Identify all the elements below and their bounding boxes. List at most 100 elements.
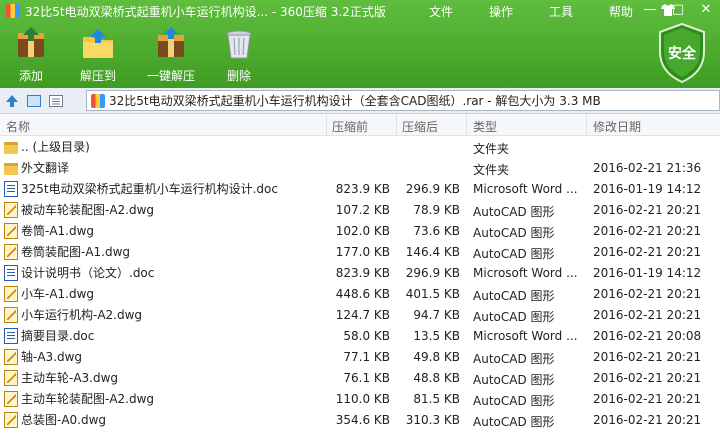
column-date[interactable]: 修改日期 <box>593 118 641 135</box>
file-name: 轴-A3.dwg <box>21 350 83 364</box>
column-compressed[interactable]: 压缩后 <box>402 118 438 135</box>
file-compressed-size: 13.5 KB <box>413 329 460 343</box>
file-compressed-size: 94.7 KB <box>413 308 460 322</box>
menu-help[interactable]: 帮助 <box>609 3 633 20</box>
file-name: 设计说明书（论文）.doc <box>21 266 155 280</box>
file-compressed-size: 73.6 KB <box>413 224 460 238</box>
autocad-file-icon <box>4 306 18 323</box>
trash-icon <box>221 26 257 61</box>
file-compressed-size: 401.5 KB <box>405 287 460 301</box>
up-arrow-icon[interactable] <box>2 91 22 111</box>
file-row[interactable]: 外文翻译 文件夹 2016-02-21 21:36 <box>0 158 720 179</box>
file-size: 110.0 KB <box>335 392 390 406</box>
file-type: Microsoft Word ... <box>473 266 578 280</box>
file-name: 主动车轮-A3.dwg <box>21 371 119 385</box>
column-name[interactable]: 名称 <box>6 118 30 135</box>
autocad-file-icon <box>4 222 18 239</box>
autocad-file-icon <box>4 411 18 428</box>
add-button[interactable]: 添加 <box>0 24 62 84</box>
file-row[interactable]: 小车运行机构-A2.dwg 124.7 KB 94.7 KB AutoCAD 图… <box>0 305 720 326</box>
one-click-extract-label: 一键解压 <box>146 69 195 83</box>
file-row[interactable]: 主动车轮装配图-A2.dwg 110.0 KB 81.5 KB AutoCAD … <box>0 389 720 410</box>
file-size: 107.2 KB <box>335 203 390 217</box>
menu-tools[interactable]: 工具 <box>549 3 573 20</box>
file-type: AutoCAD 图形 <box>473 247 555 261</box>
file-size: 102.0 KB <box>335 224 390 238</box>
view-thumbnail-icon[interactable] <box>24 91 44 111</box>
file-compressed-size: 81.5 KB <box>413 392 460 406</box>
column-divider <box>396 114 397 136</box>
file-size: 177.0 KB <box>335 245 390 259</box>
file-name: 卷筒-A1.dwg <box>21 224 95 238</box>
file-name: .. (上级目录) <box>21 140 90 154</box>
close-button[interactable]: ✕ <box>692 0 720 20</box>
app-logo-icon <box>6 4 20 18</box>
file-row[interactable]: 摘要目录.doc 58.0 KB 13.5 KB Microsoft Word … <box>0 326 720 347</box>
word-document-icon <box>4 180 18 197</box>
file-compressed-size: 146.4 KB <box>405 245 460 259</box>
autocad-file-icon <box>4 285 18 302</box>
column-divider <box>586 114 587 136</box>
file-row[interactable]: 卷筒-A1.dwg 102.0 KB 73.6 KB AutoCAD 图形 20… <box>0 221 720 242</box>
top-panel: 32比5t电动双梁桥式起重机小车运行机构设... - 360压缩 3.2正式版 … <box>0 0 720 88</box>
security-badge-label: 安全 <box>668 45 697 62</box>
view-list-icon[interactable] <box>46 91 66 111</box>
file-size: 354.6 KB <box>335 413 390 427</box>
folder-icon <box>4 141 18 154</box>
file-type: AutoCAD 图形 <box>473 310 555 324</box>
file-date: 2016-02-21 20:21 <box>593 308 702 322</box>
column-size[interactable]: 压缩前 <box>332 118 368 135</box>
file-row[interactable]: 主动车轮-A3.dwg 76.1 KB 48.8 KB AutoCAD 图形 2… <box>0 368 720 389</box>
file-size: 823.9 KB <box>335 266 390 280</box>
file-row[interactable]: 设计说明书（论文）.doc 823.9 KB 296.9 KB Microsof… <box>0 263 720 284</box>
minimize-button[interactable]: — <box>636 0 664 20</box>
file-row[interactable]: 小车-A1.dwg 448.6 KB 401.5 KB AutoCAD 图形 2… <box>0 284 720 305</box>
file-compressed-size: 48.8 KB <box>413 371 460 385</box>
file-size: 124.7 KB <box>335 308 390 322</box>
address-bar[interactable]: 32比5t电动双梁桥式起重机小车运行机构设计（全套含CAD图纸）.rar - 解… <box>86 90 720 111</box>
file-row[interactable]: 轴-A3.dwg 77.1 KB 49.8 KB AutoCAD 图形 2016… <box>0 347 720 368</box>
file-row[interactable]: 总装图-A0.dwg 354.6 KB 310.3 KB AutoCAD 图形 … <box>0 410 720 431</box>
toolbar: 添加 解压到 一键解压 删除 <box>0 24 270 84</box>
file-type: AutoCAD 图形 <box>473 394 555 408</box>
word-document-icon <box>4 264 18 281</box>
autocad-file-icon <box>4 243 18 260</box>
add-archive-icon <box>13 26 49 61</box>
file-date: 2016-02-21 20:21 <box>593 350 702 364</box>
folder-icon <box>4 162 18 175</box>
file-row[interactable]: .. (上级目录) 文件夹 <box>0 137 720 158</box>
archive-path: 32比5t电动双梁桥式起重机小车运行机构设计（全套含CAD图纸）.rar - 解… <box>109 94 601 108</box>
add-label: 添加 <box>18 69 43 83</box>
file-compressed-size: 296.9 KB <box>405 266 460 280</box>
file-name: 小车-A1.dwg <box>21 287 95 301</box>
file-row[interactable]: 被动车轮装配图-A2.dwg 107.2 KB 78.9 KB AutoCAD … <box>0 200 720 221</box>
file-name: 摘要目录.doc <box>21 329 95 343</box>
file-row[interactable]: 卷筒装配图-A1.dwg 177.0 KB 146.4 KB AutoCAD 图… <box>0 242 720 263</box>
column-header: 名称 压缩前 压缩后 类型 修改日期 <box>0 114 720 136</box>
one-click-extract-button[interactable]: 一键解压 <box>134 24 208 84</box>
file-row[interactable]: 325t电动双梁桥式起重机小车运行机构设计.doc 823.9 KB 296.9… <box>0 179 720 200</box>
file-date: 2016-02-21 20:21 <box>593 203 702 217</box>
maximize-button[interactable]: □ <box>664 0 692 20</box>
file-type: AutoCAD 图形 <box>473 415 555 429</box>
menu-file[interactable]: 文件 <box>429 3 453 20</box>
file-type: AutoCAD 图形 <box>473 226 555 240</box>
file-type: AutoCAD 图形 <box>473 289 555 303</box>
menu-operate[interactable]: 操作 <box>489 3 513 20</box>
delete-label: 删除 <box>226 69 251 83</box>
file-name: 主动车轮装配图-A2.dwg <box>21 392 155 406</box>
delete-button[interactable]: 删除 <box>208 24 270 84</box>
file-date: 2016-01-19 14:12 <box>593 266 702 280</box>
column-type[interactable]: 类型 <box>473 118 497 135</box>
file-list: .. (上级目录) 文件夹 外文翻译 文件夹 2016-02-21 21:36 … <box>0 137 720 431</box>
file-size: 823.9 KB <box>335 182 390 196</box>
window-title: 32比5t电动双梁桥式起重机小车运行机构设... - 360压缩 3.2正式版 <box>25 4 386 19</box>
security-shield-icon[interactable]: 安全 <box>656 22 708 84</box>
file-compressed-size: 49.8 KB <box>413 350 460 364</box>
file-name: 总装图-A0.dwg <box>21 413 107 427</box>
extract-to-button[interactable]: 解压到 <box>62 24 134 84</box>
file-name: 325t电动双梁桥式起重机小车运行机构设计.doc <box>21 182 278 196</box>
file-name: 被动车轮装配图-A2.dwg <box>21 203 155 217</box>
file-compressed-size: 78.9 KB <box>413 203 460 217</box>
file-date: 2016-02-21 20:08 <box>593 329 702 343</box>
